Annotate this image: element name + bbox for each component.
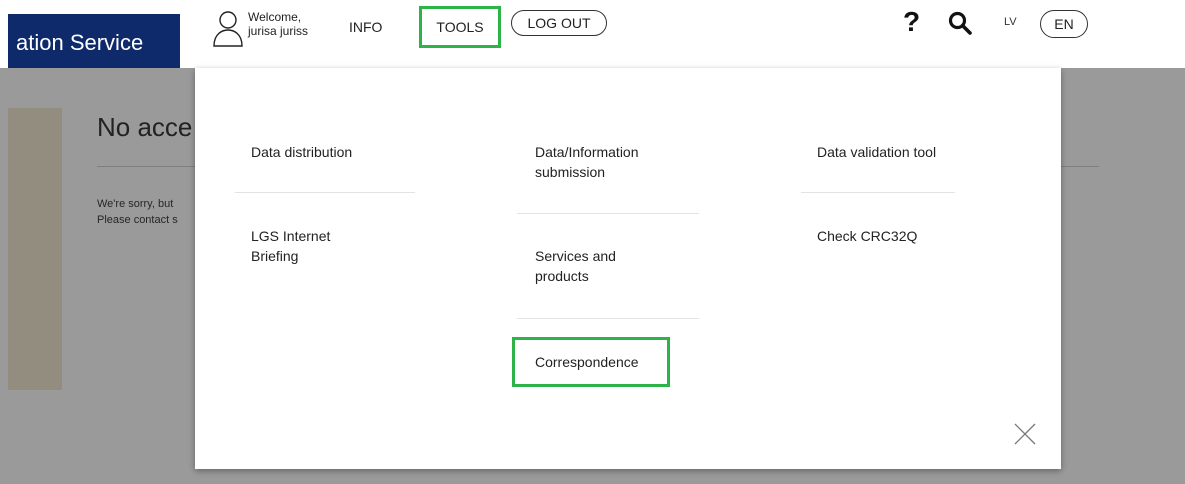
nav-info[interactable]: INFO xyxy=(349,19,382,35)
menu-divider xyxy=(517,213,699,214)
language-lv[interactable]: LV xyxy=(1004,16,1017,28)
menu-lgs-internet-briefing[interactable]: LGS Internet Briefing xyxy=(251,226,361,266)
logout-button[interactable]: LOG OUT xyxy=(511,10,607,36)
language-en[interactable]: EN xyxy=(1040,10,1088,38)
side-panel xyxy=(8,108,62,390)
brand-title[interactable]: ation Service xyxy=(8,14,180,68)
nav-tools[interactable]: TOOLS xyxy=(419,6,501,48)
menu-correspondence-label: Correspondence xyxy=(535,354,639,370)
menu-data-information-submission[interactable]: Data/Information submission xyxy=(535,142,665,182)
menu-data-distribution[interactable]: Data distribution xyxy=(251,142,411,162)
menu-divider xyxy=(235,192,415,193)
close-icon[interactable] xyxy=(1013,422,1037,446)
menu-correspondence[interactable]: Correspondence xyxy=(512,337,670,387)
tools-dropdown: Data distribution LGS Internet Briefing … xyxy=(195,68,1061,469)
help-icon[interactable]: ? xyxy=(903,8,920,36)
menu-divider xyxy=(517,318,699,319)
user-welcome[interactable]: Welcome, jurisa juriss xyxy=(212,8,308,48)
menu-divider xyxy=(801,192,955,193)
welcome-label: Welcome, xyxy=(248,10,302,24)
dropdown-caret xyxy=(446,56,470,68)
username: jurisa juriss xyxy=(248,24,309,38)
menu-services-and-products[interactable]: Services and products xyxy=(535,246,645,286)
page-message-line-2: Please contact s xyxy=(97,214,178,226)
page-message: We're sorry, but Please contact s xyxy=(97,196,178,228)
page-message-line-1: We're sorry, but xyxy=(97,198,174,210)
search-icon[interactable] xyxy=(948,11,972,35)
menu-data-validation-tool[interactable]: Data validation tool xyxy=(817,142,977,162)
page-heading: No acce xyxy=(97,112,193,142)
user-icon xyxy=(213,11,243,47)
menu-check-crc32q[interactable]: Check CRC32Q xyxy=(817,226,977,246)
top-bar: ation Service Welcome, jurisa juriss INF… xyxy=(0,0,1185,68)
nav-tools-label: TOOLS xyxy=(436,19,484,35)
